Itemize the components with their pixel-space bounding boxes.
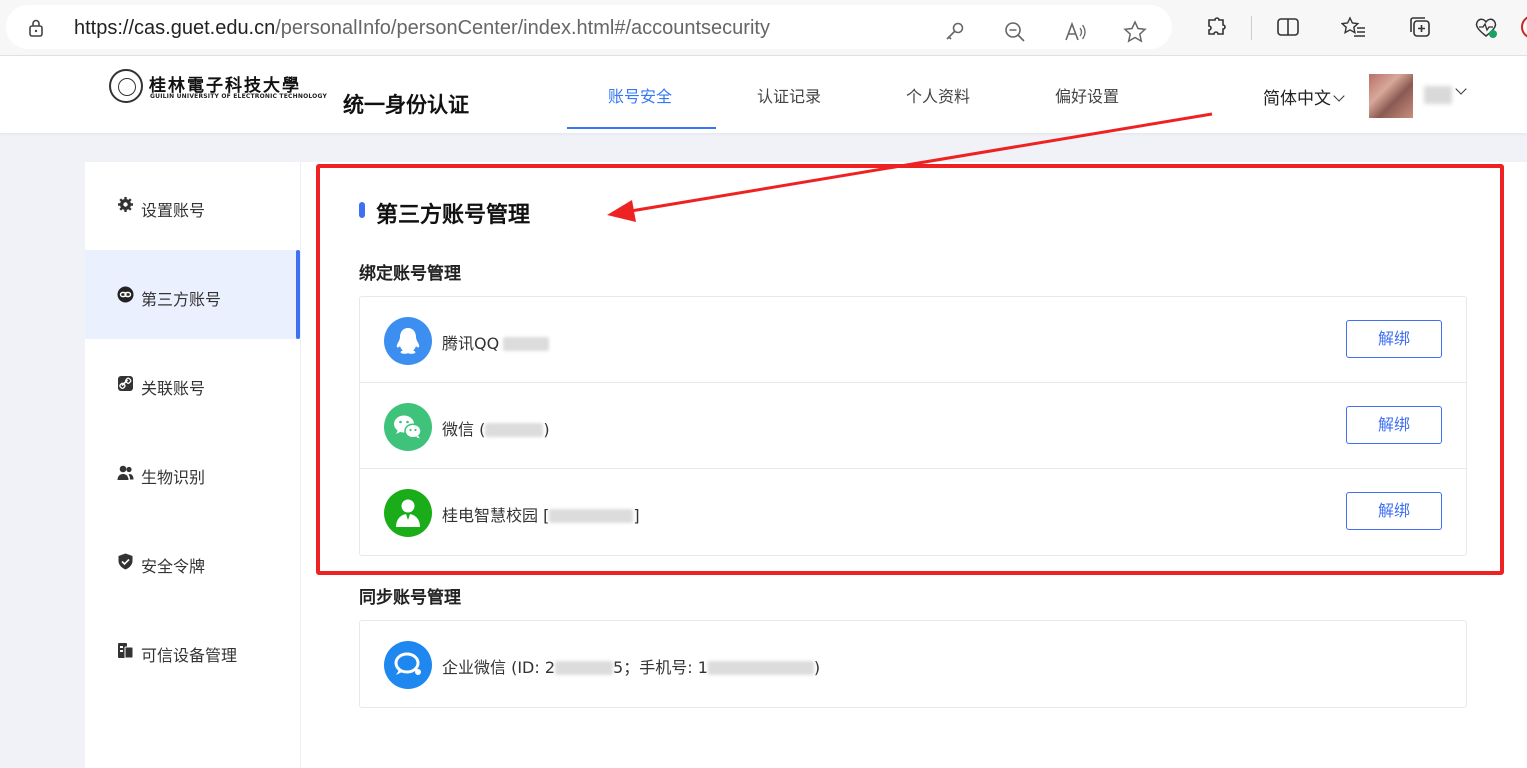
university-seal-icon — [109, 69, 143, 103]
account-label: 企业微信 (ID: 2 — [442, 658, 556, 677]
redacted-text — [503, 337, 550, 351]
tab-personal-info[interactable]: 个人资料 — [906, 83, 970, 107]
sync-accounts-title: 同步账号管理 — [359, 588, 461, 608]
page-title: 第三方账号管理 — [376, 203, 531, 228]
redacted-text — [549, 509, 634, 523]
users-icon — [117, 464, 134, 481]
qq-icon — [384, 317, 432, 365]
sidebar-item-account-settings[interactable]: 设置账号 — [85, 162, 301, 251]
tab-auth-records[interactable]: 认证记录 — [757, 83, 821, 107]
lock-icon[interactable] — [26, 18, 46, 38]
favorite-star-icon[interactable] — [1122, 19, 1148, 45]
sidebar-item-linked-accounts[interactable]: 关联账号 — [85, 339, 301, 428]
main-content: 第三方账号管理 绑定账号管理 腾讯QQ 解绑 微信 () 解绑 桂电智慧校园 [… — [301, 162, 1527, 768]
sidebar-item-third-party[interactable]: 第三方账号 — [85, 250, 301, 339]
url-host: https://cas.guet.edu.cn — [74, 17, 276, 39]
gear-icon — [117, 196, 134, 213]
list-item: 企业微信 (ID: 2 5；手机号: 1) — [360, 621, 1466, 707]
sidebar-item-label: 可信设备管理 — [141, 646, 238, 665]
account-suffix: ] — [633, 506, 640, 525]
bound-accounts-list: 腾讯QQ 解绑 微信 () 解绑 桂电智慧校园 [] 解绑 — [359, 296, 1467, 556]
account-suffix: ) — [543, 420, 550, 439]
redacted-text — [707, 661, 814, 675]
language-label: 简体中文 — [1263, 89, 1331, 109]
sidebar-item-label: 第三方账号 — [141, 290, 222, 309]
account-name: 微信 () — [442, 416, 550, 440]
avatar[interactable] — [1369, 74, 1413, 118]
collections-icon[interactable] — [1407, 14, 1433, 40]
unbind-qq-button[interactable]: 解绑 — [1346, 320, 1442, 358]
account-name: 企业微信 (ID: 2 5；手机号: 1) — [442, 654, 820, 678]
account-suffix: ) — [813, 658, 821, 677]
sidebar-item-biometrics[interactable]: 生物识别 — [85, 428, 301, 517]
address-bar[interactable]: https://cas.guet.edu.cn/personalInfo/per… — [6, 5, 1172, 49]
account-name: 腾讯QQ — [442, 330, 550, 354]
zoom-out-icon[interactable] — [1002, 19, 1028, 45]
app-title: 统一身份认证 — [343, 93, 469, 117]
profile-icon[interactable] — [1520, 14, 1527, 40]
chain-icon — [117, 375, 134, 392]
chevron-down-icon — [1333, 90, 1345, 102]
key-icon[interactable] — [942, 19, 968, 45]
account-label-middle: 5；手机号: 1 — [613, 658, 708, 677]
url-path: /personalInfo/personCenter/index.html#/a… — [275, 17, 770, 39]
url-text[interactable]: https://cas.guet.edu.cn/personalInfo/per… — [74, 17, 770, 40]
chevron-down-icon[interactable] — [1455, 83, 1467, 95]
logo-english-name: GUILIN UNIVERSITY OF ELECTRONIC TECHNOLO… — [150, 93, 328, 100]
tab-account-security[interactable]: 账号安全 — [608, 83, 672, 107]
tab-preferences[interactable]: 偏好设置 — [1055, 83, 1119, 107]
sidebar-item-label: 安全令牌 — [141, 557, 206, 576]
redacted-text — [485, 423, 544, 437]
unbind-campus-button[interactable]: 解绑 — [1346, 492, 1442, 530]
sidebar-item-label: 生物识别 — [141, 468, 206, 487]
account-label: 腾讯QQ — [442, 334, 500, 353]
toolbar-separator — [1251, 16, 1252, 40]
sidebar-item-security-token[interactable]: 安全令牌 — [85, 517, 301, 606]
language-selector[interactable]: 简体中文 — [1263, 84, 1345, 109]
redacted-text — [555, 661, 614, 675]
account-name: 桂电智慧校园 [] — [442, 502, 640, 526]
sidebar-item-label: 关联账号 — [141, 379, 206, 398]
campus-icon — [384, 489, 432, 537]
read-aloud-icon[interactable] — [1062, 19, 1088, 45]
link-icon — [117, 286, 134, 303]
device-icon — [117, 642, 134, 659]
user-name-redacted[interactable] — [1424, 86, 1452, 104]
account-label: 桂电智慧校园 [ — [442, 506, 550, 525]
sidebar: 设置账号 第三方账号 关联账号 生物识别 安全令牌 可信设备管理 — [85, 162, 301, 768]
list-item: 桂电智慧校园 [] 解绑 — [360, 469, 1466, 555]
university-logo[interactable]: 桂林電子科技大學 GUILIN UNIVERSITY OF ELECTRONIC… — [109, 69, 327, 103]
active-tab-indicator — [567, 127, 716, 129]
favorites-list-icon[interactable] — [1340, 14, 1367, 40]
sidebar-item-trusted-devices[interactable]: 可信设备管理 — [85, 606, 301, 695]
section-title-marker — [359, 202, 365, 218]
account-label: 微信 ( — [442, 420, 486, 439]
split-screen-icon[interactable] — [1275, 14, 1301, 40]
shield-icon — [117, 553, 134, 570]
bound-accounts-title: 绑定账号管理 — [359, 264, 461, 284]
browser-toolbar: https://cas.guet.edu.cn/personalInfo/per… — [0, 0, 1527, 56]
list-item: 腾讯QQ 解绑 — [360, 297, 1466, 383]
sync-accounts-list: 企业微信 (ID: 2 5；手机号: 1) — [359, 620, 1467, 708]
wechat-icon — [384, 403, 432, 451]
work-wechat-icon — [384, 641, 432, 689]
list-item: 微信 () 解绑 — [360, 383, 1466, 469]
unbind-wechat-button[interactable]: 解绑 — [1346, 406, 1442, 444]
extensions-icon[interactable] — [1203, 14, 1229, 40]
browser-health-icon[interactable] — [1473, 14, 1499, 40]
app-header: 桂林電子科技大學 GUILIN UNIVERSITY OF ELECTRONIC… — [0, 56, 1527, 133]
sidebar-item-label: 设置账号 — [141, 201, 206, 220]
